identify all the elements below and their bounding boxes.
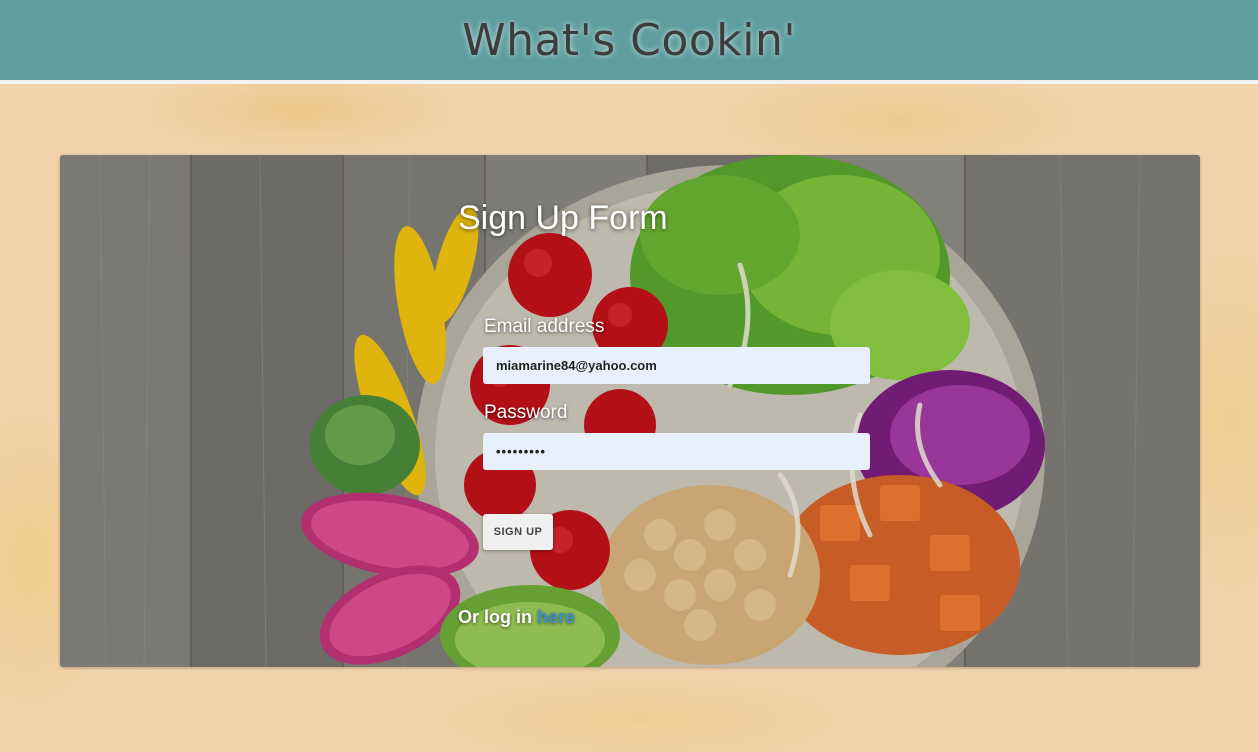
password-input[interactable] — [483, 433, 870, 470]
login-prefix-text: Or log in — [458, 607, 532, 627]
signup-card: Sign Up Form Email address Password SIGN… — [60, 155, 1200, 667]
password-label: Password — [484, 402, 568, 423]
app-title: What's Cookin' — [462, 14, 796, 66]
email-label: Email address — [484, 316, 605, 337]
app-header: What's Cookin' — [0, 0, 1258, 84]
form-title: Sign Up Form — [458, 199, 668, 237]
email-input[interactable] — [483, 347, 870, 384]
login-here-link[interactable]: here — [537, 607, 575, 627]
sign-up-button[interactable]: SIGN UP — [483, 514, 553, 550]
login-prompt: Or log in here — [458, 607, 575, 628]
